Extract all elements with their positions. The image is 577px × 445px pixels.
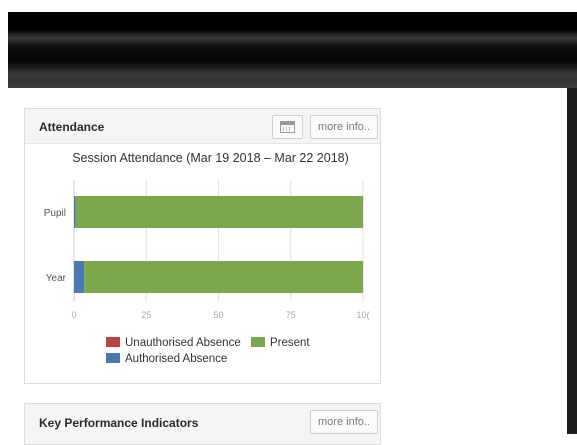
legend-swatch-authorised [106, 353, 120, 363]
x-tick-label: 75 [286, 310, 296, 320]
legend-unauthorised-absence[interactable]: Unauthorised Absence [106, 337, 241, 349]
bar-year-authorised-absence [74, 261, 85, 293]
kpi-title: Key Performance Indicators [39, 416, 199, 430]
kpi-panel-header: Key Performance Indicators more info.. [25, 404, 380, 444]
kpi-panel: Key Performance Indicators more info.. [24, 403, 381, 445]
x-tick-label: 50 [213, 310, 223, 320]
legend-present[interactable]: Present [251, 337, 310, 349]
bar-pupil-present [75, 196, 363, 228]
legend-label-authorised: Authorised Absence [125, 353, 228, 365]
legend-label-present: Present [270, 337, 310, 349]
x-tick-label: 0 [71, 310, 76, 320]
bar-pupil-authorised-absence [74, 196, 76, 228]
legend-authorised-absence[interactable]: Authorised Absence [106, 353, 227, 365]
bar-year-present [84, 261, 364, 293]
legend-swatch-unauthorised [106, 337, 120, 347]
x-tick-label: 10( [356, 310, 369, 320]
attendance-chart: 0 25 50 75 10( Pupil Year [44, 180, 370, 320]
y-category-label: Pupil [44, 208, 66, 219]
y-category-label: Year [46, 273, 67, 284]
legend-swatch-present [251, 337, 265, 347]
legend-label-unauthorised: Unauthorised Absence [125, 337, 241, 349]
x-tick-label: 25 [141, 310, 151, 320]
kpi-more-info-button[interactable]: more info.. [310, 410, 378, 434]
